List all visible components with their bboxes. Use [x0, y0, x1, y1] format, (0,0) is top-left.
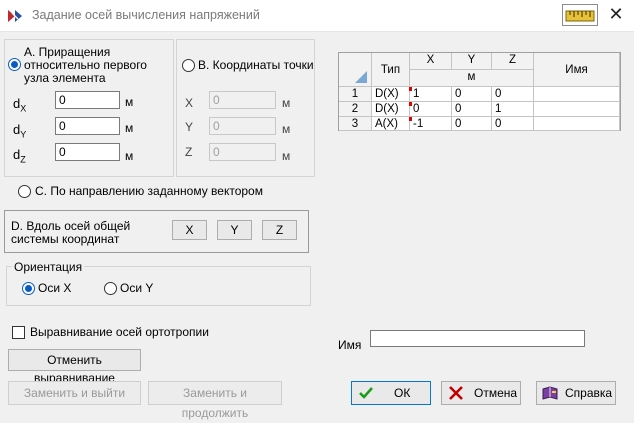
z-unit: м	[282, 149, 291, 163]
cell-x[interactable]: 0	[410, 102, 452, 117]
cancel-button[interactable]: Отмена	[441, 381, 521, 405]
orientation-legend: Ориентация	[12, 260, 85, 274]
option-c-label: С. По направлению заданному вектором	[35, 184, 263, 198]
help-book-icon	[542, 386, 558, 400]
ortho-align-checkbox[interactable]	[12, 326, 25, 339]
option-a-label-3: узла элемента	[24, 71, 106, 85]
cell-type[interactable]: A(X)	[372, 117, 410, 131]
ortho-align-label: Выравнивание осей ортотропии	[30, 325, 209, 339]
cell-name[interactable]	[534, 102, 620, 117]
cell-type[interactable]: D(X)	[372, 87, 410, 102]
replace-exit-button[interactable]: Заменить и выйти	[8, 381, 141, 405]
y-coord-input[interactable]	[209, 117, 276, 135]
orientation-y-label: Оси Y	[120, 281, 154, 295]
z-coord-input[interactable]	[209, 143, 276, 161]
dy-input[interactable]	[55, 117, 120, 135]
help-label: Справка	[565, 386, 613, 400]
help-button[interactable]: Справка	[536, 381, 616, 405]
cell-y[interactable]: 0	[452, 117, 492, 131]
cell-x[interactable]: -1	[410, 117, 452, 131]
cancel-align-button[interactable]: Отменить выравнивание	[8, 349, 141, 385]
window-title: Задание осей вычисления напряжений	[32, 8, 260, 22]
close-icon[interactable]: ✕	[606, 4, 626, 24]
cell-y[interactable]: 0	[452, 87, 492, 102]
option-a-radio[interactable]	[8, 58, 21, 71]
option-a-label-1: А. Приращения	[24, 45, 111, 59]
row-number: 2	[339, 102, 372, 117]
header-unit: м	[410, 70, 534, 87]
cancel-x-icon	[449, 386, 463, 400]
cell-name[interactable]	[534, 117, 620, 131]
dx-unit: м	[125, 95, 134, 109]
cell-z[interactable]: 1	[492, 102, 534, 117]
orientation-y-radio[interactable]	[104, 282, 117, 295]
ok-label: ОК	[394, 386, 411, 400]
row-number: 3	[339, 117, 372, 131]
cell-x[interactable]: 1	[410, 87, 452, 102]
axes-table[interactable]: Тип X Y Z м Имя 1 D(X) 1 0 0 2 D(X) 0 0 …	[338, 52, 621, 131]
dz-input[interactable]	[55, 143, 120, 161]
cell-y[interactable]: 0	[452, 102, 492, 117]
app-logo-icon	[8, 10, 22, 22]
corner-triangle-icon	[355, 71, 367, 83]
header-z: Z	[492, 53, 534, 70]
dx-input[interactable]	[55, 91, 120, 109]
edit-marker	[409, 102, 412, 106]
row-number: 1	[339, 87, 372, 102]
dy-unit: м	[125, 121, 134, 135]
header-x: X	[410, 53, 452, 70]
header-y: Y	[452, 53, 492, 70]
axis-y-button[interactable]: Y	[217, 220, 252, 240]
z-label: Z	[185, 145, 193, 159]
orientation-x-label: Оси X	[38, 281, 72, 295]
edit-marker	[409, 117, 412, 121]
cancel-label: Отмена	[474, 386, 518, 400]
name-label: Имя	[338, 338, 362, 352]
replace-continue-button[interactable]: Заменить и продолжить	[148, 381, 282, 420]
dy-label: dY	[13, 122, 27, 140]
dz-label: dZ	[13, 147, 26, 165]
x-unit: м	[282, 96, 291, 110]
option-b-label: В. Координаты точки	[198, 58, 314, 72]
header-name: Имя	[534, 53, 620, 87]
axis-z-button[interactable]: Z	[262, 220, 297, 240]
orientation-x-radio[interactable]	[22, 282, 35, 295]
ok-button[interactable]: ОК	[351, 381, 431, 405]
option-d-label-2: системы координат	[11, 232, 120, 246]
dx-label: dX	[13, 96, 27, 114]
name-input[interactable]	[370, 330, 585, 347]
cell-z[interactable]: 0	[492, 117, 534, 131]
header-type: Тип	[372, 53, 410, 87]
x-coord-input[interactable]	[209, 91, 276, 109]
check-icon	[359, 387, 373, 399]
ruler-icon	[565, 10, 595, 22]
cell-name[interactable]	[534, 87, 620, 102]
cell-type[interactable]: D(X)	[372, 102, 410, 117]
option-a-label-2: относительно первого	[24, 58, 147, 72]
option-c-radio[interactable]	[18, 185, 31, 198]
x-label: X	[185, 96, 194, 110]
y-label: Y	[185, 120, 194, 134]
axis-x-button[interactable]: X	[172, 220, 207, 240]
edit-marker	[409, 87, 412, 91]
table-corner	[339, 53, 372, 87]
cell-z[interactable]: 0	[492, 87, 534, 102]
option-b-radio[interactable]	[182, 59, 195, 72]
option-d-label-1: D. Вдоль осей общей	[11, 219, 131, 233]
y-unit: м	[282, 122, 291, 136]
dz-unit: м	[125, 149, 134, 163]
ruler-button[interactable]	[562, 4, 598, 26]
